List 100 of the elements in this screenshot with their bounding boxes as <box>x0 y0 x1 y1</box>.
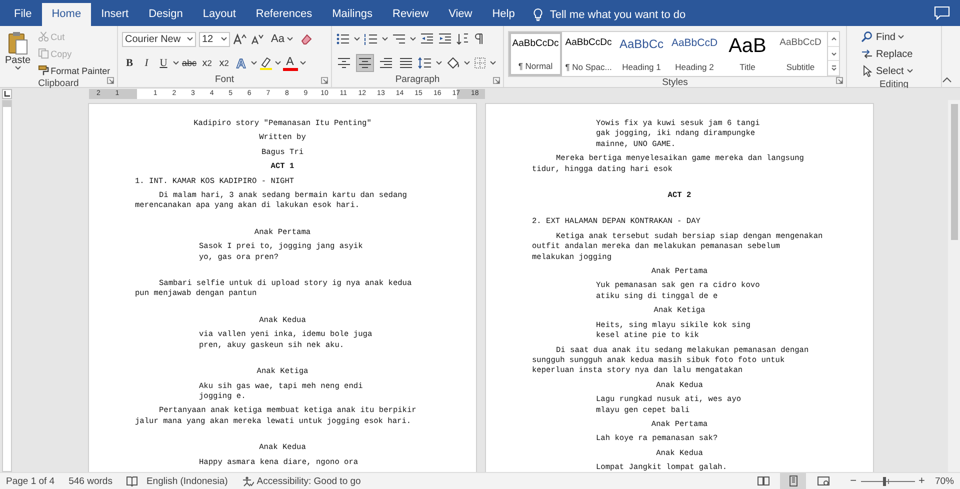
proofing-book-icon <box>126 476 138 486</box>
bullets-icon <box>336 33 350 45</box>
comment-icon <box>934 6 950 20</box>
ribbon-tab[interactable]: Layout <box>192 3 246 26</box>
style-name: ¶ Normal <box>518 61 553 71</box>
caret-icon <box>221 37 227 41</box>
select-button[interactable]: Select <box>857 63 917 79</box>
tell-me-field[interactable]: Tell me what you want to do <box>550 8 686 20</box>
ribbon-tab[interactable]: File <box>4 3 42 26</box>
caret-icon <box>906 69 913 73</box>
zoom-out-button[interactable]: − <box>850 475 857 487</box>
shading-icon <box>446 56 460 70</box>
ribbon-tab[interactable]: References <box>246 3 322 26</box>
caret-icon <box>354 37 360 41</box>
caret-icon <box>287 37 294 41</box>
word-count[interactable]: 546 words <box>68 476 112 486</box>
collapse-ribbon-icon <box>942 77 952 83</box>
zoom-in-button[interactable]: + <box>918 475 925 487</box>
accessibility-icon <box>242 476 254 486</box>
caret-icon <box>410 37 416 41</box>
more-styles-icon <box>830 65 836 72</box>
style-item[interactable]: AaBbCcDc ¶ Normal <box>509 32 562 76</box>
strikethrough-button[interactable]: abc <box>181 55 198 71</box>
scroll-down-icon <box>830 50 836 56</box>
ribbon-tab[interactable]: Review <box>382 3 439 26</box>
change-case-button[interactable]: Aa <box>267 31 298 47</box>
caret-icon <box>14 66 21 70</box>
style-item[interactable]: AaBbCcDc ¶ No Spac... <box>562 32 615 76</box>
dialog-launcher-icon <box>493 77 500 84</box>
group-label: Paragraph <box>394 74 441 87</box>
style-item[interactable]: AaBbCcD Heading 2 <box>668 32 721 76</box>
clipboard-button[interactable]: Format Painter <box>36 63 112 78</box>
align-left-button[interactable] <box>336 55 352 71</box>
paintbrush-icon <box>38 65 49 76</box>
zoom-level[interactable]: 70% <box>934 476 954 486</box>
replace-button[interactable]: Replace <box>857 46 917 62</box>
replace-icon <box>861 48 873 60</box>
scroll-up-icon <box>830 36 836 42</box>
group-label: Editing <box>878 79 910 90</box>
bold-button[interactable]: B <box>122 55 137 71</box>
align-right-button[interactable] <box>378 55 394 71</box>
numbering-icon <box>364 33 378 45</box>
caret-icon <box>187 37 193 41</box>
grow-font-icon <box>233 33 247 45</box>
ribbon-tab[interactable]: View <box>438 3 482 26</box>
scissors-icon <box>38 31 49 42</box>
caret-icon <box>898 35 904 39</box>
style-item[interactable]: AaBbCc Heading 1 <box>615 32 668 76</box>
font-name-field[interactable]: Courier New <box>122 32 196 46</box>
underline-button[interactable]: U <box>156 55 171 71</box>
style-preview: AaBbCcDc <box>512 38 559 49</box>
paste-button[interactable]: Paste <box>4 29 32 78</box>
line-spacing-icon <box>418 57 432 69</box>
style-preview: AaBbCcD <box>780 37 822 48</box>
language-indicator[interactable]: English (Indonesia) <box>146 476 228 486</box>
caret-icon <box>250 61 257 65</box>
style-item[interactable]: AaBbCcD Subtitle <box>774 32 827 76</box>
font-size-field[interactable]: 12 <box>199 32 230 46</box>
style-name: Title <box>740 62 756 72</box>
font-color-button[interactable]: A <box>282 56 298 70</box>
pilcrow-icon <box>473 33 484 45</box>
highlighter-icon <box>258 56 273 70</box>
page-count[interactable]: Page 1 of 4 <box>6 476 55 486</box>
scrollbar-thumb[interactable] <box>950 104 958 240</box>
justify-button[interactable] <box>398 55 414 71</box>
style-name: ¶ No Spac... <box>565 62 612 72</box>
multilevel-list-icon <box>392 33 406 45</box>
borders-icon <box>474 57 486 69</box>
print-layout-button[interactable] <box>780 473 806 489</box>
shrink-font-icon <box>250 33 264 45</box>
tab-stop-icon <box>4 91 10 97</box>
accessibility-status[interactable]: Accessibility: Good to go <box>256 476 361 486</box>
search-icon <box>861 31 873 43</box>
ribbon-tab[interactable]: Insert <box>91 3 139 26</box>
dialog-launcher-icon <box>321 77 328 84</box>
style-preview: AaB <box>728 37 766 55</box>
eraser-icon <box>300 33 314 45</box>
align-center-button[interactable] <box>356 54 374 72</box>
ribbon-tab[interactable]: Mailings <box>322 3 382 26</box>
cursor-icon <box>861 65 873 77</box>
ribbon-tab[interactable]: Design <box>138 3 193 26</box>
lightbulb-icon <box>532 8 543 21</box>
ribbon-tab[interactable]: Help <box>482 3 525 26</box>
style-item[interactable]: AaB Title <box>721 32 774 76</box>
style-preview: AaBbCc <box>619 37 664 51</box>
style-name: Heading 1 <box>622 62 661 72</box>
group-label: Clipboard <box>37 78 80 89</box>
dialog-launcher-icon <box>836 77 843 84</box>
caret-icon <box>274 61 281 65</box>
style-preview: AaBbCcDc <box>565 37 612 48</box>
style-preview: AaBbCcD <box>671 37 718 49</box>
caret-icon <box>382 37 388 41</box>
dialog-launcher-icon <box>107 77 114 84</box>
caret-icon <box>173 61 179 65</box>
italic-button[interactable]: I <box>139 55 154 71</box>
caret-icon <box>464 61 470 65</box>
caret-icon <box>490 61 496 65</box>
read-mode-icon <box>756 475 770 487</box>
ribbon-tab[interactable]: Home <box>42 3 92 26</box>
find-button[interactable]: Find <box>857 29 917 45</box>
